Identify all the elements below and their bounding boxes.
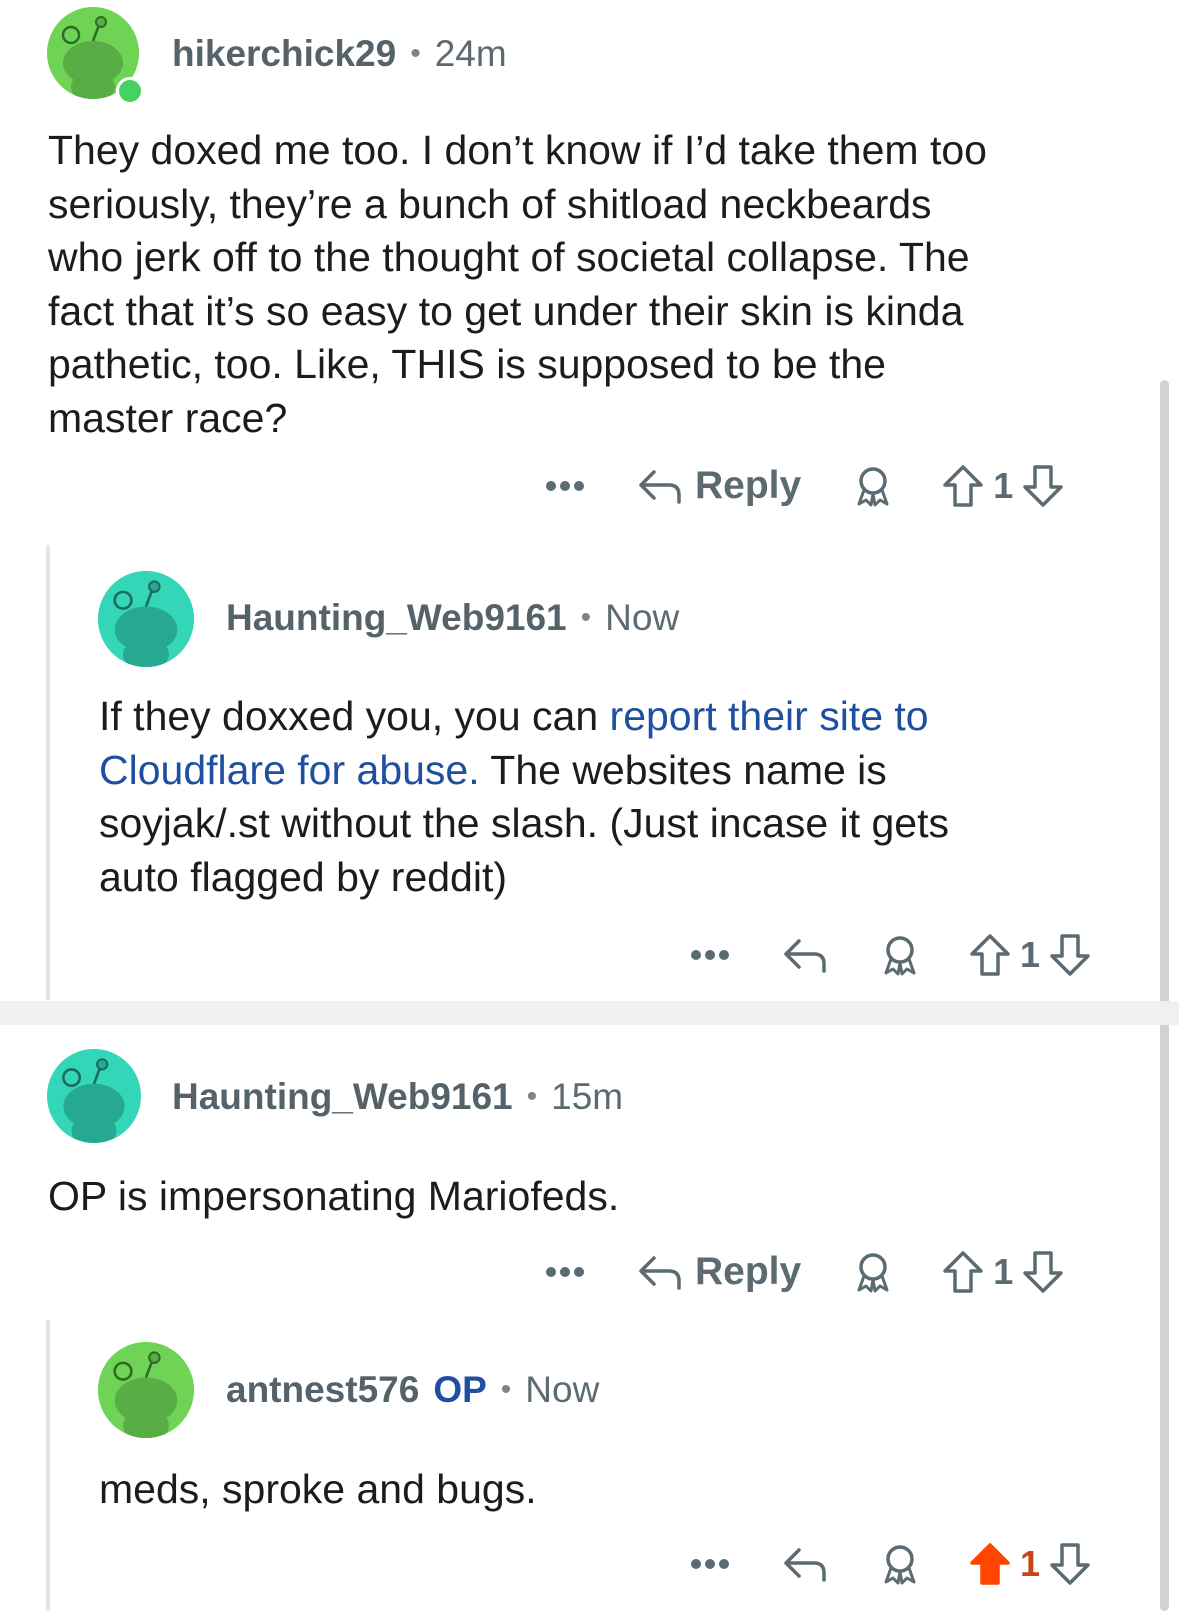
downvote-button[interactable]: [1048, 1541, 1092, 1587]
comment-line: They doxed me too. I don’t know if I’d t…: [48, 127, 987, 173]
timestamp: Now: [605, 597, 680, 638]
upvote-icon: [970, 934, 1010, 976]
avatar[interactable]: [98, 571, 194, 667]
snoo-avatar-icon: [98, 1342, 194, 1438]
award-icon: [857, 467, 889, 507]
username[interactable]: Haunting_Web9161: [226, 597, 567, 639]
comment-line: master race?: [48, 394, 288, 441]
more-icon: [546, 1267, 584, 1277]
reply-icon: [639, 1256, 681, 1290]
upvote-icon: [943, 1251, 983, 1293]
downvote-button[interactable]: [1021, 1249, 1065, 1295]
comment-line: meds, sproke and bugs.: [99, 1466, 537, 1512]
more-button[interactable]: [545, 480, 585, 492]
comment-line: soyjak/.st without the slash. (Just inca…: [99, 800, 949, 846]
more-button[interactable]: [545, 1266, 585, 1278]
online-indicator: [116, 77, 144, 105]
award-icon: [857, 1253, 889, 1293]
upvote-button[interactable]: [968, 932, 1012, 978]
comment-actions: 1: [690, 1534, 1092, 1594]
comment-line: Cloudflare for abuse. The websites name …: [99, 744, 1159, 798]
reply-button[interactable]: Reply: [637, 1250, 801, 1294]
comment-actions: 1: [690, 925, 1092, 985]
comment-body: If they doxxed you, you can report their…: [99, 690, 1159, 904]
reply-icon: [639, 470, 681, 504]
comment-body: They doxed me too. I don’t know if I’d t…: [48, 124, 1148, 445]
upvote-button[interactable]: [941, 1249, 985, 1295]
more-button[interactable]: [690, 1558, 730, 1570]
comment-meta: antnest576 OP • Now: [226, 1366, 599, 1414]
reply-label: Reply: [695, 464, 802, 507]
award-icon: [884, 1545, 916, 1585]
more-icon: [691, 1559, 729, 1569]
comment-line: fact that it’s so easy to get under thei…: [48, 287, 964, 334]
vote-count: 1: [1020, 934, 1041, 975]
separator-dot: •: [580, 601, 592, 634]
award-button[interactable]: [878, 1542, 922, 1586]
comment-line: who jerk off to the thought of societal …: [48, 234, 970, 280]
comment-meta: hikerchick29 • 24m: [172, 30, 507, 78]
reply-button[interactable]: [782, 935, 828, 975]
timestamp: 15m: [551, 1076, 624, 1117]
reply-button[interactable]: Reply: [637, 464, 801, 508]
downvote-button[interactable]: [1021, 463, 1065, 509]
comment-line: seriously, they’re a bunch of shitload n…: [48, 180, 932, 227]
thread-divider: [0, 1001, 1179, 1025]
downvote-icon: [1050, 1543, 1090, 1585]
more-icon: [546, 481, 584, 491]
separator-dot: •: [500, 1373, 512, 1406]
award-button[interactable]: [851, 464, 895, 508]
reply-button[interactable]: [782, 1544, 828, 1584]
cloudflare-report-link[interactable]: report their site to: [610, 693, 929, 739]
op-badge: OP: [433, 1369, 487, 1410]
timestamp: 24m: [434, 33, 507, 74]
downvote-button[interactable]: [1048, 932, 1092, 978]
comment-text: The websites name is: [479, 746, 887, 793]
reply-icon: [784, 939, 826, 973]
username[interactable]: Haunting_Web9161: [172, 1076, 513, 1118]
comment-line: If they doxxed you, you can report their…: [99, 690, 1159, 744]
award-button[interactable]: [878, 933, 922, 977]
snoo-avatar-icon: [47, 1049, 141, 1143]
comment-line: auto flagged by reddit): [99, 853, 507, 900]
vote-count: 1: [993, 465, 1014, 506]
avatar[interactable]: [47, 1049, 141, 1143]
upvote-filled-icon: [970, 1543, 1010, 1585]
username[interactable]: hikerchick29: [172, 33, 396, 75]
comment-line: pathetic, too. Like, THIS is supposed to…: [48, 341, 886, 387]
upvote-button-active[interactable]: [968, 1541, 1012, 1587]
comment-meta: Haunting_Web9161 • Now: [226, 594, 679, 642]
downvote-icon: [1023, 1251, 1063, 1293]
comment-body: meds, sproke and bugs.: [99, 1463, 1159, 1517]
snoo-avatar-icon: [98, 571, 194, 667]
reply-label: Reply: [695, 1250, 802, 1293]
scrollbar[interactable]: [1160, 380, 1169, 1611]
cloudflare-report-link[interactable]: Cloudflare for abuse.: [99, 747, 480, 793]
comment-actions: Reply 1: [545, 456, 1065, 516]
upvote-icon: [943, 465, 983, 507]
vote-count: 1: [993, 1251, 1014, 1292]
reply-icon: [784, 1548, 826, 1582]
separator-dot: •: [526, 1080, 538, 1113]
separator-dot: •: [410, 37, 421, 70]
comment-meta: Haunting_Web9161 • 15m: [172, 1073, 623, 1121]
downvote-icon: [1050, 934, 1090, 976]
more-button[interactable]: [690, 949, 730, 961]
username[interactable]: antnest576: [226, 1369, 419, 1411]
comment-body: OP is impersonating Mariofeds.: [48, 1170, 1148, 1224]
comment-text: If they doxxed you, you can: [99, 693, 610, 739]
award-icon: [884, 936, 916, 976]
comment-actions: Reply 1: [545, 1242, 1065, 1302]
more-icon: [691, 950, 729, 960]
downvote-icon: [1023, 465, 1063, 507]
avatar[interactable]: [98, 1342, 194, 1438]
upvote-button[interactable]: [941, 463, 985, 509]
award-button[interactable]: [851, 1250, 895, 1294]
thread-line[interactable]: [46, 545, 50, 1000]
vote-count: 1: [1020, 1543, 1041, 1584]
comment-line: OP is impersonating Mariofeds.: [48, 1173, 620, 1219]
timestamp: Now: [525, 1369, 600, 1410]
thread-line[interactable]: [46, 1320, 50, 1611]
